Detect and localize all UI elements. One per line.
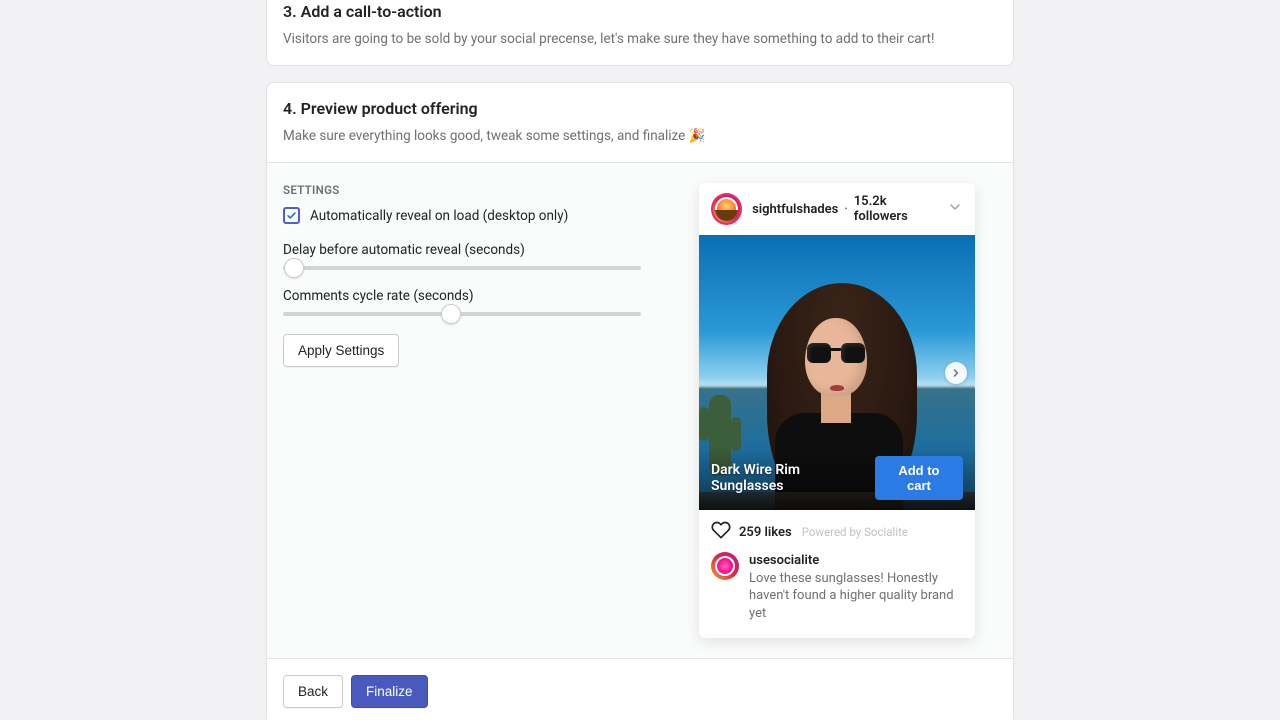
profile-avatar[interactable] [711, 193, 742, 225]
cycle-slider-thumb[interactable] [441, 304, 461, 324]
profile-followers: 15.2k followers [854, 194, 937, 224]
likes-count: 259 likes [739, 525, 792, 540]
auto-reveal-label: Automatically reveal on load (desktop on… [310, 208, 568, 224]
delay-slider-thumb[interactable] [284, 258, 304, 278]
separator: · [844, 202, 847, 217]
commenter-avatar[interactable] [711, 552, 739, 580]
social-card: sightfulshades · 15.2k followers [699, 183, 975, 638]
comment-row: usesocialite Love these sunglasses! Hone… [699, 544, 975, 638]
social-header: sightfulshades · 15.2k followers [699, 183, 975, 235]
chevron-down-icon[interactable] [947, 199, 963, 219]
heart-icon[interactable] [711, 520, 731, 544]
check-icon [286, 210, 297, 221]
commenter-name[interactable]: usesocialite [749, 553, 819, 568]
profile-username[interactable]: sightfulshades [752, 202, 838, 217]
step4-desc: Make sure everything looks good, tweak s… [283, 128, 997, 144]
comment-body: usesocialite Love these sunglasses! Hone… [749, 552, 963, 622]
likes-row: 259 likes Powered by Socialite [699, 510, 975, 544]
delay-label: Delay before automatic reveal (seconds) [283, 242, 683, 258]
chevron-right-icon [950, 367, 962, 379]
cycle-label: Comments cycle rate (seconds) [283, 288, 683, 304]
add-to-cart-button[interactable]: Add to cart [875, 456, 963, 500]
next-photo-button[interactable] [945, 362, 967, 384]
step3-title: 3. Add a call-to-action [283, 0, 997, 21]
back-button[interactable]: Back [283, 675, 343, 708]
auto-reveal-checkbox[interactable] [283, 207, 300, 224]
finalize-button[interactable]: Finalize [351, 675, 428, 708]
step4-card: 4. Preview product offering Make sure ev… [266, 82, 1014, 720]
step4-title: 4. Preview product offering [283, 99, 997, 118]
cycle-slider[interactable] [283, 312, 641, 316]
card-footer: Back Finalize [267, 658, 1013, 720]
product-name: Dark Wire Rim Sunglasses [711, 462, 875, 494]
preview-panel: sightfulshades · 15.2k followers [699, 163, 1013, 658]
step3-card: 3. Add a call-to-action Visitors are goi… [266, 0, 1014, 66]
auto-reveal-row: Automatically reveal on load (desktop on… [283, 207, 683, 224]
step3-desc: Visitors are going to be sold by your so… [283, 31, 997, 47]
apply-settings-button[interactable]: Apply Settings [283, 334, 399, 367]
step4-body: SETTINGS Automatically reveal on load (d… [267, 162, 1013, 658]
powered-by: Powered by Socialite [802, 525, 908, 539]
social-photo: Dark Wire Rim Sunglasses Add to cart [699, 235, 975, 510]
profile-info: sightfulshades · 15.2k followers [752, 194, 937, 224]
delay-slider[interactable] [283, 266, 641, 270]
cycle-slider-block: Comments cycle rate (seconds) [283, 288, 683, 316]
settings-heading: SETTINGS [283, 183, 683, 197]
settings-panel: SETTINGS Automatically reveal on load (d… [267, 163, 699, 658]
step4-head: 4. Preview product offering Make sure ev… [267, 83, 1013, 162]
photo-overlay: Dark Wire Rim Sunglasses Add to cart [699, 446, 975, 510]
delay-slider-block: Delay before automatic reveal (seconds) [283, 242, 683, 270]
comment-text: Love these sunglasses! Honestly haven't … [749, 571, 954, 621]
